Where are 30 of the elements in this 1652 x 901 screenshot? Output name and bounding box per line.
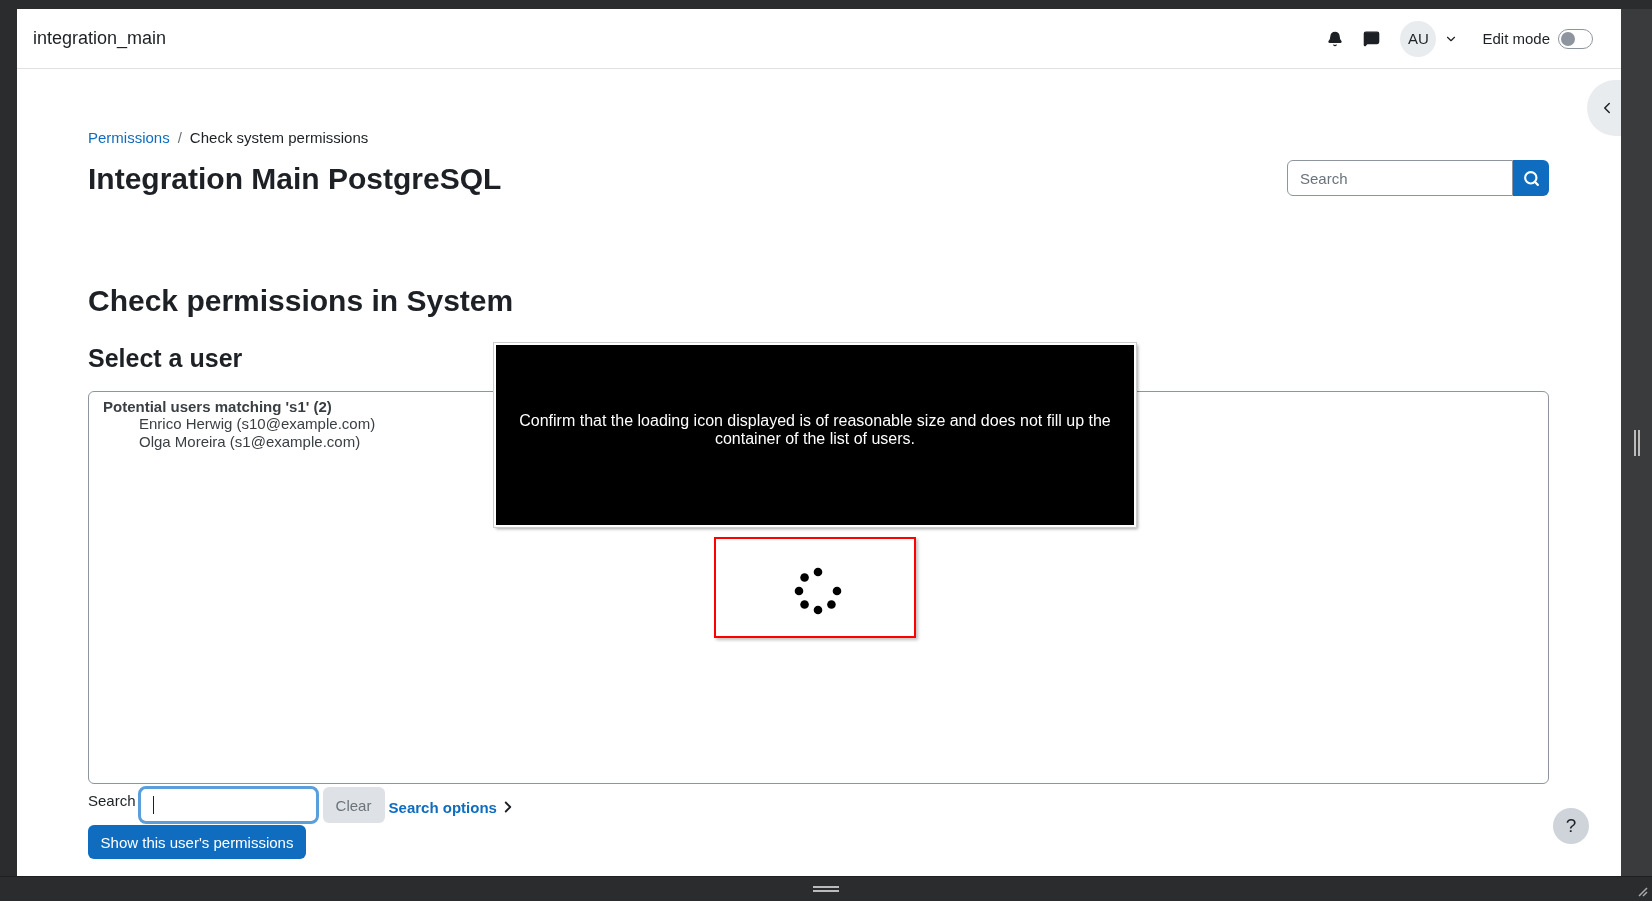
- user-avatar[interactable]: AU: [1400, 20, 1437, 57]
- resize-handle[interactable]: [813, 886, 839, 892]
- subsection-heading: Select a user: [88, 344, 244, 373]
- bell-icon[interactable]: [1327, 30, 1344, 47]
- page-title: Integration Main PostgreSQL: [88, 162, 502, 196]
- annotation-text: Confirm that the loading icon displayed is of reasonable size and does not fill up the container of the list of users.: [518, 412, 1112, 448]
- breadcrumb-current: Check system permissions: [189, 128, 369, 146]
- breadcrumb-link[interactable]: Permissions: [88, 128, 170, 146]
- search-label: Search: [88, 792, 136, 809]
- user-option[interactable]: Enrico Herwig (s10@example.com): [121, 415, 376, 433]
- search-icon: [1522, 169, 1540, 187]
- user-option[interactable]: Olga Moreira (s1@example.com): [121, 433, 361, 451]
- user-search-field[interactable]: [137, 786, 319, 824]
- clear-button[interactable]: Clear: [322, 787, 385, 823]
- site-name[interactable]: integration_main: [33, 28, 167, 49]
- search-field[interactable]: Search: [1287, 160, 1513, 196]
- breadcrumb-separator: /: [177, 128, 182, 146]
- edit-mode-label: Edit mode: [1482, 30, 1550, 47]
- resize-grip-icon[interactable]: [1636, 885, 1648, 897]
- list-group-label: Potential users matching 's1' (2): [103, 398, 333, 415]
- show-permissions-button[interactable]: Show this user's permissions: [88, 825, 306, 859]
- drawer-toggle-button[interactable]: [1587, 80, 1621, 136]
- search-options-link[interactable]: Search options: [388, 798, 517, 816]
- edit-mode-toggle[interactable]: [1558, 28, 1593, 49]
- resize-handle[interactable]: [1633, 429, 1640, 456]
- chat-icon[interactable]: [1363, 30, 1381, 47]
- loading-spinner-icon: [794, 566, 842, 615]
- help-button[interactable]: ?: [1553, 808, 1589, 844]
- section-heading: Check permissions in System: [88, 284, 515, 318]
- search-button[interactable]: [1513, 160, 1549, 196]
